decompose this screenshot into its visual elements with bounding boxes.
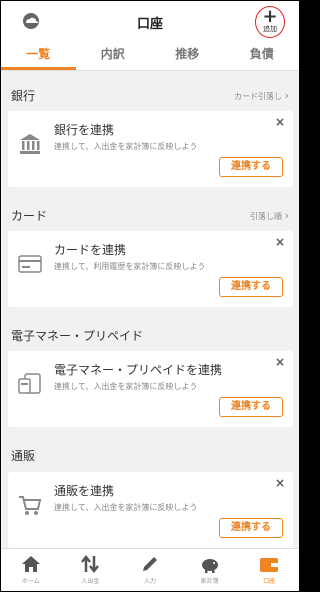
section-title: 銀行 [11,89,36,103]
card-title: 電子マネー・プリペイドを連携 [54,363,223,377]
close-icon[interactable]: × [275,355,285,369]
section-emoney-header: 電子マネー・プリペイド [1,323,299,347]
tab-liabilities[interactable]: 負債 [225,41,300,70]
nav-input[interactable]: 入力 [120,549,180,591]
section-card-header: カード 引落し順 › [1,203,299,227]
nav-household[interactable]: 家計簿 [180,549,240,591]
section-title: カード [11,209,48,223]
connect-button[interactable]: 連携する [219,277,283,297]
tab-list[interactable]: 一覧 [1,41,76,70]
bank-icon [20,134,40,154]
tab-trend[interactable]: 推移 [150,41,225,70]
tab-bar: 一覧 内訳 推移 負債 [1,41,299,71]
card-description: 連携して、入出金を家計簿に反映しよう [54,503,198,512]
section-title: 通販 [11,449,36,463]
nav-home[interactable]: ホーム [1,549,61,591]
header: 口座 + 追加 [1,1,299,41]
pencil-icon [142,557,157,571]
bank-connect-card: × 銀行を連携 連携して、入出金を家計簿に反映しよう 連携する [8,111,293,187]
connect-button[interactable]: 連携する [219,157,283,177]
tab-breakdown[interactable]: 内訳 [76,41,151,70]
card-title: 通販を連携 [54,484,115,498]
sort-link[interactable]: 引落し順 › [250,209,289,222]
shopping-connect-card: × 通販を連携 連携して、入出金を家計簿に反映しよう 連携する [8,472,293,548]
connect-button[interactable]: 連携する [219,397,283,417]
emoney-icon [18,373,41,394]
section-title: 電子マネー・プリペイド [11,329,144,343]
bottom-nav: ホーム 入出金 入力 家計簿 口座 [1,548,299,591]
close-icon[interactable]: × [275,476,285,490]
card-title: 銀行を連携 [54,123,115,137]
wallet-icon [260,558,279,572]
credit-card-connect-card: × カードを連携 連携して、利用履歴を家計簿に反映しよう 連携する [8,231,293,307]
sort-link[interactable]: カード引落し › [234,89,289,102]
close-icon[interactable]: × [275,235,285,249]
cart-icon [19,496,42,515]
emoney-connect-card: × 電子マネー・プリペイドを連携 連携して、入出金を家計簿に反映しよう 連携する [8,351,293,427]
add-account-button[interactable]: + 追加 [255,6,285,38]
add-label: 追加 [263,25,277,33]
home-icon [21,556,40,572]
piggy-bank-icon [201,559,218,573]
close-icon[interactable]: × [275,115,285,129]
section-bank-header: 銀行 カード引落し › [1,83,299,107]
plus-icon: + [262,6,278,27]
card-description: 連携して、入出金を家計簿に反映しよう [54,382,198,391]
credit-card-icon [18,255,42,273]
app-frame: 口座 + 追加 一覧 内訳 推移 負債 銀行 カード引落し › × 銀行を連携 … [1,1,299,591]
card-description: 連携して、利用履歴を家計簿に反映しよう [54,262,206,271]
card-description: 連携して、入出金を家計簿に反映しよう [54,142,198,151]
connect-button[interactable]: 連携する [219,518,283,538]
card-title: カードを連携 [54,243,127,257]
section-shopping-header: 通販 [1,443,299,467]
transfer-icon [81,554,100,574]
nav-accounts[interactable]: 口座 [239,549,299,591]
nav-transactions[interactable]: 入出金 [61,549,121,591]
